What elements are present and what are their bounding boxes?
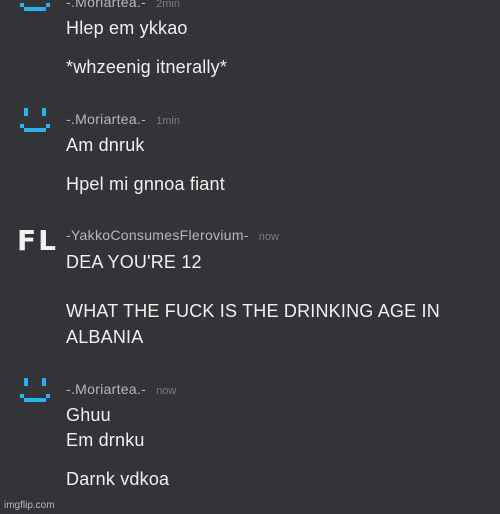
message-header: -YakkoConsumesFlerovium-now	[66, 227, 279, 243]
pixel-smiley-icon[interactable]	[18, 0, 52, 17]
timestamp: now	[156, 385, 177, 397]
chat-log: -.Moriartea.- 2min Hlep em ykkao *whzeeni…	[0, 0, 500, 514]
timestamp: now	[258, 231, 279, 243]
watermark: imgflip.com	[4, 500, 55, 511]
pixel-smiley-icon[interactable]	[18, 374, 52, 408]
message-text: Hpel mi gnnoa fiant	[66, 174, 225, 194]
message-text: Ghuu	[66, 405, 111, 425]
message-text: WHAT THE FUCK IS THE DRINKING AGE IN	[66, 301, 440, 321]
username[interactable]: -YakkoConsumesFlerovium-	[66, 227, 249, 243]
message-text: ALBANIA	[66, 327, 144, 347]
fl-avatar-icon[interactable]: FL	[17, 224, 57, 258]
message-header: -.Moriartea.- now	[66, 381, 176, 397]
message-text: *whzeenig itnerally*	[66, 57, 228, 77]
username[interactable]: -.Moriartea.-	[66, 381, 146, 397]
message-text: DEA YOU'RE 12	[66, 252, 202, 272]
message-header: -.Moriartea.- 2min	[66, 0, 180, 10]
message-text: Em drnku	[66, 430, 145, 450]
username[interactable]: -.Moriartea.-	[66, 0, 146, 10]
timestamp: 1min	[156, 115, 180, 127]
username[interactable]: -.Moriartea.-	[66, 111, 146, 127]
timestamp: 2min	[156, 0, 180, 10]
message-text: Hlep em ykkao	[66, 18, 188, 38]
message-header: -.Moriartea.- 1min	[66, 111, 180, 127]
pixel-smiley-icon[interactable]	[18, 104, 52, 138]
message-text: Darnk vdkoa	[66, 469, 170, 489]
message-text: Am dnruk	[66, 135, 145, 155]
